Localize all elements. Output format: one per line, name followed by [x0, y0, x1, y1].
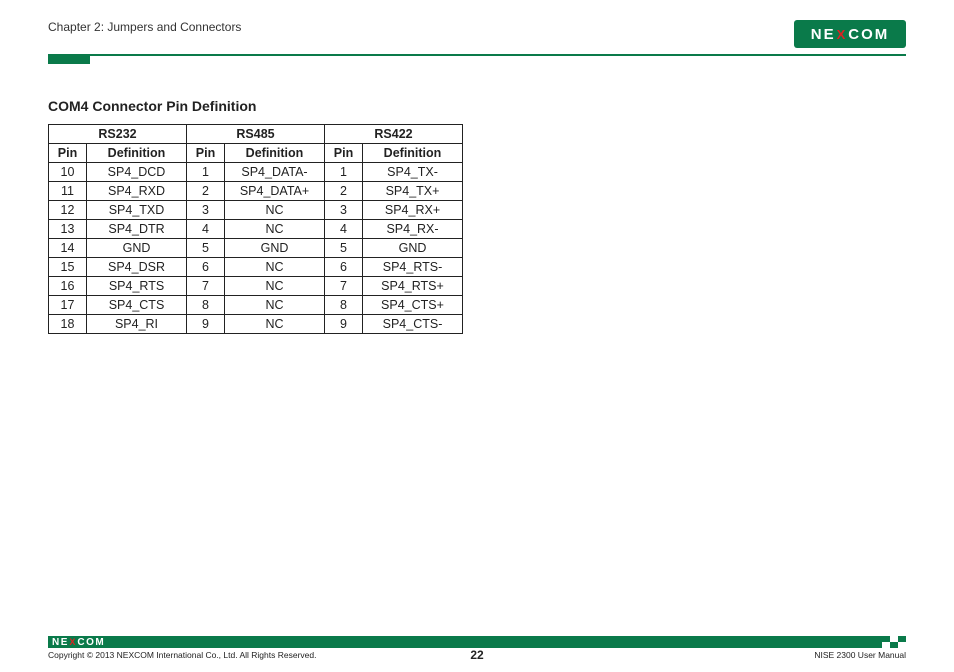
pin-definition-table: RS232 RS485 RS422 Pin Definition Pin Def… — [48, 124, 463, 334]
table-cell: 2 — [187, 182, 225, 201]
table-row: 17SP4_CTS8NC8SP4_CTS+ — [49, 296, 463, 315]
table-cell: SP4_DTR — [87, 220, 187, 239]
sub-header: Pin — [187, 144, 225, 163]
table-cell: 3 — [325, 201, 363, 220]
table-cell: NC — [225, 201, 325, 220]
table-cell: SP4_RX- — [363, 220, 463, 239]
table-cell: 5 — [187, 239, 225, 258]
logo-post: COM — [77, 637, 105, 648]
sub-header: Definition — [225, 144, 325, 163]
table-cell: NC — [225, 277, 325, 296]
sub-header: Pin — [325, 144, 363, 163]
group-header: RS422 — [325, 125, 463, 144]
table-cell: NC — [225, 220, 325, 239]
table-cell: SP4_CTS- — [363, 315, 463, 334]
table-cell: 6 — [325, 258, 363, 277]
table-row: 12SP4_TXD3NC3SP4_RX+ — [49, 201, 463, 220]
table-cell: 18 — [49, 315, 87, 334]
table-cell: SP4_TX+ — [363, 182, 463, 201]
table-cell: 7 — [187, 277, 225, 296]
table-group-header-row: RS232 RS485 RS422 — [49, 125, 463, 144]
table-row: 14GND5GND5GND — [49, 239, 463, 258]
table-cell: SP4_DATA- — [225, 163, 325, 182]
table-cell: 8 — [325, 296, 363, 315]
table-cell: SP4_DCD — [87, 163, 187, 182]
table-cell: GND — [363, 239, 463, 258]
table-cell: 3 — [187, 201, 225, 220]
table-cell: 9 — [325, 315, 363, 334]
logo-x: X — [837, 27, 848, 42]
table-cell: 5 — [325, 239, 363, 258]
table-row: 18SP4_RI9NC9SP4_CTS- — [49, 315, 463, 334]
table-cell: 15 — [49, 258, 87, 277]
table-cell: 1 — [187, 163, 225, 182]
table-cell: SP4_TXD — [87, 201, 187, 220]
sub-header: Definition — [363, 144, 463, 163]
header-tab — [48, 54, 90, 64]
table-cell: 12 — [49, 201, 87, 220]
logo-x: X — [69, 637, 77, 647]
logo-post: COM — [848, 26, 889, 43]
table-cell: NC — [225, 258, 325, 277]
table-row: 11SP4_RXD2SP4_DATA+2SP4_TX+ — [49, 182, 463, 201]
sub-header: Definition — [87, 144, 187, 163]
table-cell: SP4_RTS — [87, 277, 187, 296]
table-cell: SP4_DATA+ — [225, 182, 325, 201]
footer-logo: NEXCOM — [52, 637, 105, 648]
table-cell: GND — [87, 239, 187, 258]
table-cell: 4 — [325, 220, 363, 239]
copyright-text: Copyright © 2013 NEXCOM International Co… — [48, 650, 316, 660]
table-cell: 7 — [325, 277, 363, 296]
table-cell: 1 — [325, 163, 363, 182]
header-rule — [48, 54, 906, 56]
table-cell: 8 — [187, 296, 225, 315]
table-cell: NC — [225, 315, 325, 334]
table-sub-header-row: Pin Definition Pin Definition Pin Defini… — [49, 144, 463, 163]
group-header: RS485 — [187, 125, 325, 144]
table-cell: SP4_DSR — [87, 258, 187, 277]
table-cell: SP4_RI — [87, 315, 187, 334]
table-cell: 17 — [49, 296, 87, 315]
table-cell: 2 — [325, 182, 363, 201]
nexcom-logo: NEXCOM — [794, 20, 906, 48]
table-cell: SP4_RXD — [87, 182, 187, 201]
table-cell: 11 — [49, 182, 87, 201]
table-cell: 10 — [49, 163, 87, 182]
table-cell: 16 — [49, 277, 87, 296]
table-row: 10SP4_DCD1SP4_DATA-1SP4_TX- — [49, 163, 463, 182]
footer-decoration — [882, 636, 906, 648]
table-cell: 9 — [187, 315, 225, 334]
table-cell: SP4_RX+ — [363, 201, 463, 220]
table-cell: 4 — [187, 220, 225, 239]
table-cell: SP4_CTS — [87, 296, 187, 315]
table-cell: SP4_RTS- — [363, 258, 463, 277]
table-row: 15SP4_DSR6NC6SP4_RTS- — [49, 258, 463, 277]
table-cell: GND — [225, 239, 325, 258]
logo-pre: NE — [811, 26, 836, 43]
table-row: 16SP4_RTS7NC7SP4_RTS+ — [49, 277, 463, 296]
table-cell: SP4_RTS+ — [363, 277, 463, 296]
chapter-title: Chapter 2: Jumpers and Connectors — [48, 20, 241, 34]
table-cell: 13 — [49, 220, 87, 239]
table-cell: SP4_TX- — [363, 163, 463, 182]
sub-header: Pin — [49, 144, 87, 163]
page-number: 22 — [470, 648, 483, 662]
table-cell: NC — [225, 296, 325, 315]
section-title: COM4 Connector Pin Definition — [48, 98, 906, 114]
footer-bar: NEXCOM — [48, 636, 906, 648]
logo-pre: NE — [52, 637, 69, 648]
table-cell: 6 — [187, 258, 225, 277]
group-header: RS232 — [49, 125, 187, 144]
doc-ref: NISE 2300 User Manual — [814, 650, 906, 660]
table-cell: 14 — [49, 239, 87, 258]
table-cell: SP4_CTS+ — [363, 296, 463, 315]
table-row: 13SP4_DTR4NC4SP4_RX- — [49, 220, 463, 239]
